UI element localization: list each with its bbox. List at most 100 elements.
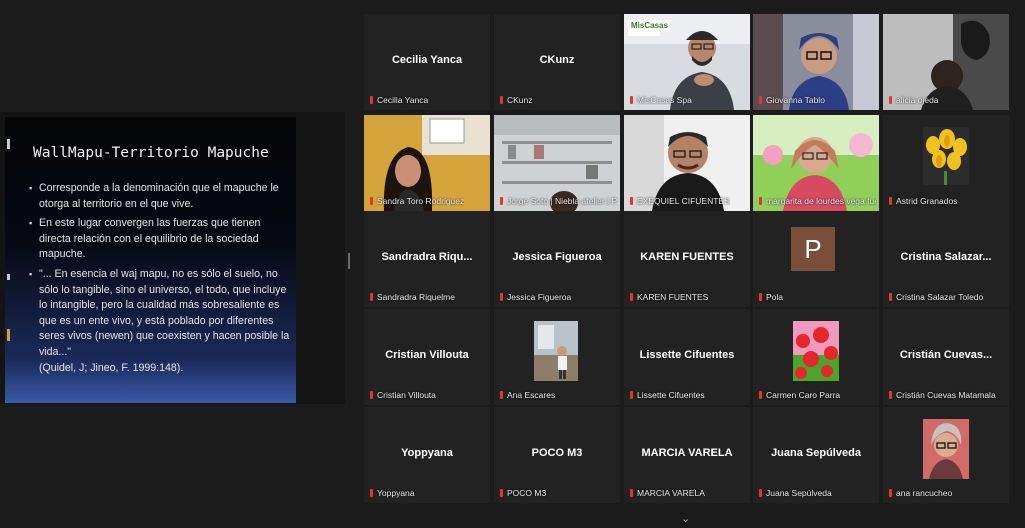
avatar <box>793 321 839 386</box>
shared-slide: WallMapu-Territorio Mapuche Corresponde … <box>5 117 296 403</box>
participant-tile[interactable]: MisCasas MisCasas Spa <box>624 14 750 110</box>
participant-name: ana rancucheo <box>896 488 953 498</box>
participant-name-label: margarita de lourdes vega fuen... <box>759 196 877 206</box>
participant-tile[interactable]: Cecilia Yanca Cecilia Yanca <box>364 14 490 110</box>
participant-name-label: Sandra Toro Rodriguez <box>370 196 464 206</box>
participant-tile[interactable]: Jessica Figueroa Jessica Figueroa <box>494 211 620 307</box>
muted-mic-icon <box>630 293 633 301</box>
participant-tile[interactable]: ana rancucheo <box>883 407 1009 503</box>
muted-mic-icon <box>759 197 762 205</box>
participant-tile[interactable]: Cristina Salazar... Cristina Salazar Tole… <box>883 211 1009 307</box>
participant-tile[interactable]: Lissette Cifuentes Lissette Cifuentes <box>624 309 750 405</box>
participant-name-label: Yoppyana <box>370 488 415 498</box>
participant-tile[interactable]: Sandradra Riqu... Sandradra Riquelme <box>364 211 490 307</box>
participant-tile[interactable]: KAREN FUENTES KAREN FUENTES <box>624 211 750 307</box>
muted-mic-icon <box>759 391 762 399</box>
participant-tile[interactable]: Juana Sepúlveda Juana Sepúlveda <box>753 407 879 503</box>
participant-display-name: Lissette Cifuentes <box>639 349 735 361</box>
participant-tile[interactable]: Cristian Villouta Cristian Villouta <box>364 309 490 405</box>
participant-name: Ana Escares <box>507 390 556 400</box>
muted-mic-icon <box>370 489 373 497</box>
muted-mic-icon <box>500 293 503 301</box>
participant-tile[interactable]: Astrid Granados <box>883 115 1009 211</box>
avatar-initial: P <box>791 227 835 271</box>
muted-mic-icon <box>630 391 633 399</box>
participant-name: EXEQUIEL CIFUENTES <box>637 196 730 206</box>
muted-mic-icon <box>759 96 762 104</box>
participant-name-label: Cristián Cuevas Matamala <box>889 390 996 400</box>
participant-name: MisCasas Spa <box>637 95 692 105</box>
muted-mic-icon <box>889 293 892 301</box>
participant-name: Sandra Toro Rodriguez <box>377 196 465 206</box>
participant-name: MARCIA VARELA <box>637 488 705 498</box>
slide-decoration <box>5 139 11 369</box>
participant-tile[interactable]: Ana Escares <box>494 309 620 405</box>
participant-display-name: Cecilia Yanca <box>391 54 463 66</box>
participant-name: Carmen Caro Parra <box>766 390 841 400</box>
participant-tile[interactable]: P Pola <box>753 211 879 307</box>
participant-name: Lissette Cifuentes <box>637 390 705 400</box>
view-divider-handle[interactable] <box>348 253 350 269</box>
participant-name-label: Cecilia Yanca <box>370 95 428 105</box>
participant-name: CKunz <box>507 95 533 105</box>
avatar <box>534 321 578 386</box>
participant-tile[interactable]: CKunz CKunz <box>494 14 620 110</box>
participant-name: KAREN FUENTES <box>637 292 709 302</box>
muted-mic-icon <box>500 197 503 205</box>
avatar <box>923 127 969 190</box>
participant-name-label: POCO M3 <box>500 488 546 498</box>
participant-name-label: Cristina Salazar Toledo <box>889 292 983 302</box>
participant-display-name: Cristian Villouta <box>385 349 469 361</box>
participant-name-label: EXEQUIEL CIFUENTES <box>630 196 730 206</box>
muted-mic-icon <box>889 197 892 205</box>
slide-citation: (Quidel, J; Jineo, F. 1999:148). <box>39 361 184 374</box>
muted-mic-icon <box>370 391 373 399</box>
participant-name-label: alicia ojeda <box>889 95 939 105</box>
participant-tile[interactable]: margarita de lourdes vega fuen... <box>753 115 879 211</box>
participant-name: Juana Sepúlveda <box>766 488 832 498</box>
muted-mic-icon <box>630 489 633 497</box>
participant-display-name: Juana Sepúlveda <box>771 447 861 459</box>
participant-name: Cristian Villouta <box>377 390 436 400</box>
slide-body: Corresponde a la denominación que el map… <box>29 181 291 376</box>
participant-display-name: KAREN FUENTES <box>640 251 734 263</box>
participant-display-name: MARCIA VARELA <box>641 447 733 459</box>
participant-name-label: CKunz <box>500 95 533 105</box>
participant-tile[interactable]: Giovanna Tablo <box>753 14 879 110</box>
participant-tile[interactable]: Sandra Toro Rodriguez <box>364 115 490 211</box>
slide-bullet: En este lugar convergen las fuerzas que … <box>29 216 291 263</box>
participant-tile[interactable]: EXEQUIEL CIFUENTES <box>624 115 750 211</box>
participant-tile[interactable]: Cristián Cuevas... Cristián Cuevas Matama… <box>883 309 1009 405</box>
participant-tile[interactable]: alicia ojeda <box>883 14 1009 110</box>
participant-tile[interactable]: MARCIA VARELA MARCIA VARELA <box>624 407 750 503</box>
muted-mic-icon <box>630 96 633 104</box>
participant-display-name: Cristián Cuevas... <box>899 349 993 361</box>
participant-tile[interactable]: Yoppyana Yoppyana <box>364 407 490 503</box>
participant-name: Yoppyana <box>377 488 415 498</box>
muted-mic-icon <box>500 96 503 104</box>
muted-mic-icon <box>759 489 762 497</box>
company-logo: MisCasas <box>629 20 670 31</box>
participant-tile[interactable]: POCO M3 POCO M3 <box>494 407 620 503</box>
participant-tile[interactable]: Carmen Caro Parra <box>753 309 879 405</box>
participant-name-label: Lissette Cifuentes <box>630 390 705 400</box>
muted-mic-icon <box>889 391 892 399</box>
participant-name: Pola <box>766 292 784 302</box>
muted-mic-icon <box>630 197 633 205</box>
participant-name: margarita de lourdes vega fuen... <box>766 196 877 206</box>
muted-mic-icon <box>500 489 503 497</box>
participant-name-label: Juana Sepúlveda <box>759 488 832 498</box>
slide-bullet: Corresponde a la denominación que el map… <box>29 181 291 212</box>
muted-mic-icon <box>500 391 503 399</box>
chevron-down-icon[interactable]: ⌄ <box>681 512 690 525</box>
muted-mic-icon <box>370 197 373 205</box>
participant-name: Astrid Granados <box>896 196 958 206</box>
participant-name-label: MisCasas Spa <box>630 95 692 105</box>
participant-name: Cecilia Yanca <box>377 95 429 105</box>
participant-tile[interactable]: Jorge Soto | Niebla atelier | P. C... <box>494 115 620 211</box>
participant-name: Jorge Soto | Niebla atelier | P. C... <box>507 196 618 206</box>
participant-display-name: Yoppyana <box>401 447 453 459</box>
participant-name-label: Pola <box>759 292 783 302</box>
participant-name: Cristián Cuevas Matamala <box>896 390 996 400</box>
participant-name-label: Giovanna Tablo <box>759 95 825 105</box>
